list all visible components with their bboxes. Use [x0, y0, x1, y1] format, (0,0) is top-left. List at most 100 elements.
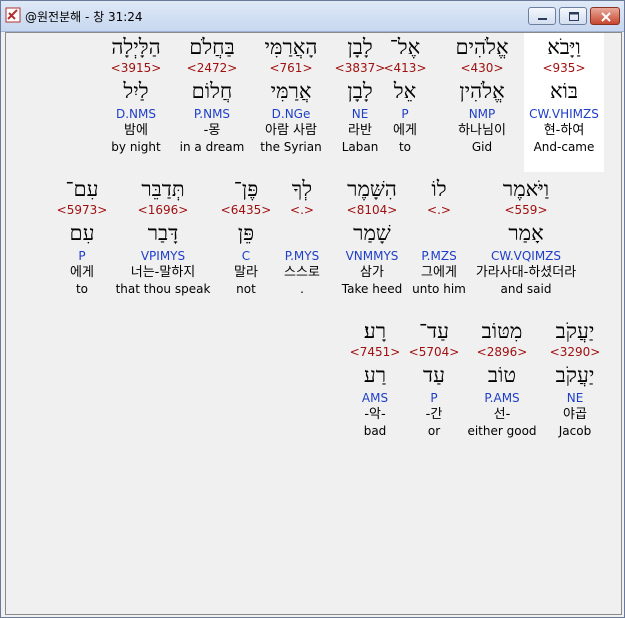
strong-number[interactable]: <.> [272, 203, 332, 217]
morphology-code: P.NMS [193, 107, 231, 121]
english-gloss: that thou speak [115, 282, 211, 296]
morphology-code: AMS [361, 391, 389, 405]
korean-gloss: 야곱 [563, 407, 587, 422]
strong-number[interactable]: <5973> [52, 203, 112, 217]
hebrew-word: עִם־ [65, 177, 99, 201]
english-gloss: Take heed [341, 282, 403, 296]
strong-number[interactable]: <3915> [96, 61, 176, 75]
lexical-form [272, 219, 332, 249]
morphology-code: D.NMS [115, 107, 156, 121]
word-cell[interactable]: פֶּן־ <6435> פֵּן C 말라 not [216, 175, 276, 297]
word-cell[interactable]: הָאֲרַמִּי <761> אֲרַמִּי D.NGe 아람 사람 th… [251, 33, 331, 155]
english-gloss: . [300, 282, 304, 296]
lexical-form: אֱלֹהִין [459, 79, 505, 103]
korean-gloss: 라반 [348, 123, 372, 138]
morphology-code: VPIMYS [140, 249, 186, 263]
hebrew-word: עַד־ [418, 319, 450, 343]
korean-gloss: 너는-말하지 [130, 265, 196, 280]
lexical-form: אֲרַמִּי [270, 79, 312, 103]
word-cell[interactable]: רָע׃ <7451> רַע AMS -악- bad [345, 317, 405, 439]
hebrew-word: בַּחֲלֹם [189, 35, 235, 59]
strong-number[interactable]: <5704> [404, 345, 464, 359]
strong-number[interactable]: <3290> [535, 345, 615, 359]
korean-gloss: 현-하여 [543, 123, 585, 138]
english-gloss: bad [363, 424, 387, 438]
lexical-form: עִם [69, 221, 95, 245]
word-cell[interactable]: אֱלֹהִים <430> אֱלֹהִין NMP 하나님이 Gid [442, 33, 522, 155]
english-gloss: not [236, 282, 256, 296]
strong-number[interactable]: <2472> [172, 61, 252, 75]
title-bar[interactable]: @원전분해 - 창 31:24 [1, 1, 624, 32]
lexical-form: פֵּן [237, 221, 255, 245]
window-title: @원전분해 - 창 31:24 [25, 10, 143, 24]
strong-number[interactable]: <761> [251, 61, 331, 75]
interlinear-view[interactable]: וַיָּבֹא <935> בּוֹא CW.VHIMZS 현-하여 And-… [5, 32, 622, 615]
word-cell[interactable]: עִם־ <5973> עִם P 에게 to [52, 175, 112, 297]
morphology-code: CW.VHIMZS [529, 107, 599, 121]
strong-number[interactable]: <3837> [330, 61, 390, 75]
lexical-form: יַעֲקֹב [555, 363, 595, 387]
word-cell[interactable]: לוֹ <.> P.MZS 그에게 unto him [406, 175, 472, 297]
word-cell[interactable]: וַיֹּאמֶר <559> אָמַר CW.VQIMZS 가라사대-하셨더… [466, 175, 586, 297]
english-gloss: by night [111, 140, 161, 154]
english-gloss: And-came [533, 140, 595, 154]
hebrew-word: לְךָ [291, 177, 313, 201]
korean-gloss: 삼가 [360, 265, 384, 280]
morphology-code: P [78, 249, 86, 263]
english-gloss: either good [467, 424, 537, 438]
word-cell[interactable]: הַלָּיְלָה <3915> לַיִל D.NMS 밤에 by nigh… [96, 33, 176, 155]
strong-number[interactable]: <8104> [332, 203, 412, 217]
hebrew-word: וַיָּבֹא [547, 35, 581, 59]
word-cell[interactable]: וַיָּבֹא <935> בּוֹא CW.VHIMZS 현-하여 And-… [524, 33, 604, 172]
hebrew-word: רָע׃ [363, 319, 387, 343]
english-gloss: in a dream [179, 140, 245, 154]
strong-number[interactable]: <430> [442, 61, 522, 75]
maximize-icon [569, 12, 579, 21]
hebrew-word: לוֹ [431, 177, 447, 201]
word-cell[interactable]: בַּחֲלֹם <2472> חֲלוֹם P.NMS -몽 in a dre… [172, 33, 252, 155]
hebrew-word: תְּדַבֵּר [141, 177, 185, 201]
korean-gloss: 하나님이 [458, 123, 506, 138]
morphology-code: CW.VQIMZS [490, 249, 562, 263]
word-cell[interactable]: עַד־ <5704> עַד P -간 or [404, 317, 464, 439]
korean-gloss: 스스로 [284, 265, 320, 280]
lexical-form: לַיִל [123, 79, 149, 103]
lexical-form: חֲלוֹם [191, 79, 233, 103]
maximize-button[interactable] [559, 7, 587, 25]
hebrew-word: מִטּוֹב [481, 319, 523, 343]
word-cell[interactable]: הִשָּׁמֶר <8104> שָׁמַר VNMMYS 삼가 Take h… [332, 175, 412, 297]
strong-number[interactable]: <6435> [216, 203, 276, 217]
strong-number[interactable]: <559> [466, 203, 586, 217]
word-cell[interactable]: לְךָ <.> P.MYS 스스로 . [272, 175, 332, 297]
strong-number[interactable]: <1696> [108, 203, 218, 217]
morphology-code: NE [566, 391, 584, 405]
word-cell[interactable]: לָבָן <3837> לָבָן NE 라반 Laban [330, 33, 390, 155]
minimize-icon [538, 18, 547, 20]
lexical-form: שָׁמַר [353, 221, 391, 245]
morphology-code: D.NGe [271, 107, 311, 121]
morphology-code: P.MYS [284, 249, 320, 263]
bible-app-icon [5, 7, 21, 23]
morphology-code: VNMMYS [345, 249, 399, 263]
strong-number[interactable]: <.> [406, 203, 472, 217]
minimize-button[interactable] [528, 7, 556, 25]
word-cell[interactable]: יַעֲקֹב <3290> יַעֲקֹב NE 야곱 Jacob [535, 317, 615, 439]
korean-gloss: -악- [364, 407, 386, 422]
korean-gloss: 선- [493, 407, 511, 422]
strong-number[interactable]: <935> [524, 61, 604, 75]
lexical-form: לָבָן [347, 79, 373, 103]
hebrew-word: הַלָּיְלָה [111, 35, 161, 59]
close-button[interactable] [590, 7, 620, 25]
strong-number[interactable]: <7451> [345, 345, 405, 359]
word-cell[interactable]: תְּדַבֵּר <1696> דָּבַר VPIMYS 너는-말하지 th… [108, 175, 218, 297]
korean-gloss: 가라사대-하셨더라 [475, 265, 577, 280]
word-cell[interactable]: מִטּוֹב <2896> טוֹב P.AMS 선- either good [462, 317, 542, 439]
hebrew-word: אֱלֹהִים [455, 35, 509, 59]
hebrew-word: הָאֲרַמִּי [264, 35, 318, 59]
english-gloss: Jacob [558, 424, 592, 438]
english-gloss: to [75, 282, 89, 296]
korean-gloss: -간 [425, 407, 443, 422]
english-gloss: Gid [471, 140, 493, 154]
hebrew-word: וַיֹּאמֶר [502, 177, 550, 201]
strong-number[interactable]: <2896> [462, 345, 542, 359]
